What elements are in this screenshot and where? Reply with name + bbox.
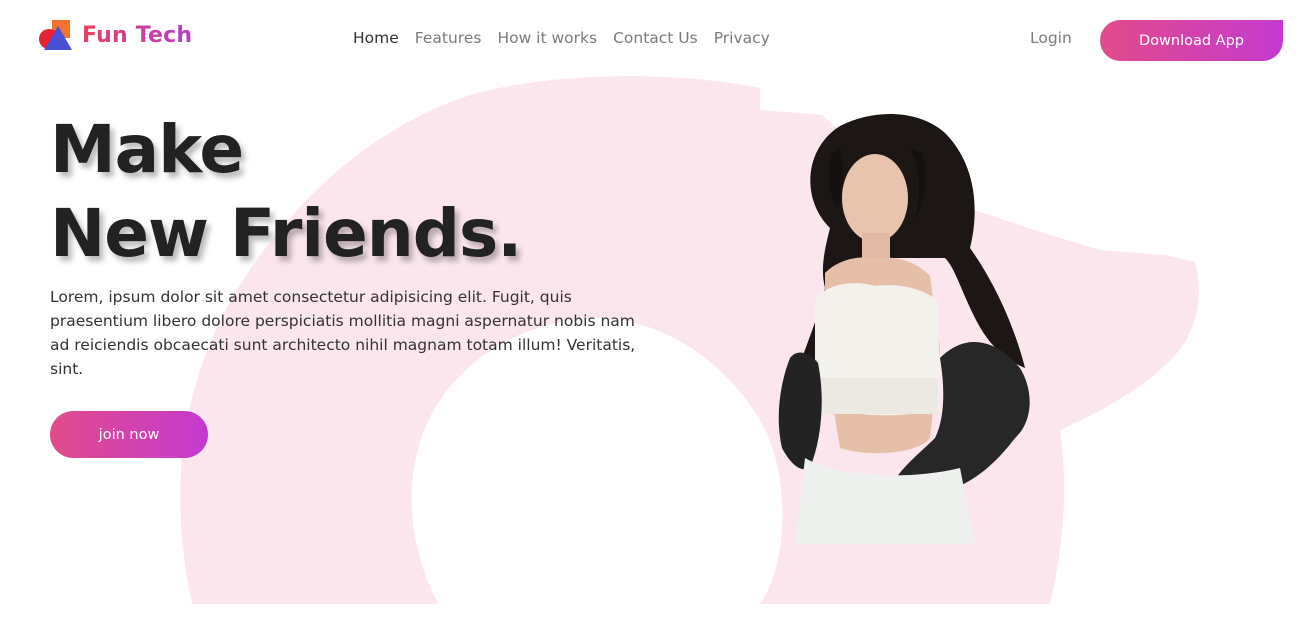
nav-item-how-it-works[interactable]: How it works	[497, 29, 597, 47]
brand-logo[interactable]: Fun Tech	[38, 18, 192, 52]
nav-item-privacy[interactable]: Privacy	[714, 29, 770, 47]
nav-item-contact-us[interactable]: Contact Us	[613, 29, 698, 47]
join-now-button[interactable]: join now	[50, 411, 208, 458]
logo-icon	[38, 18, 74, 52]
nav-item-features[interactable]: Features	[415, 29, 482, 47]
main-nav: Home Features How it works Contact Us Pr…	[353, 29, 786, 47]
hero-title-line-2: New Friends.	[50, 195, 522, 272]
login-link[interactable]: Login	[1030, 29, 1072, 47]
hero-description: Lorem, ipsum dolor sit amet consectetur …	[50, 288, 636, 378]
hero-title: Make New Friends.	[50, 108, 522, 276]
brand-name: Fun Tech	[82, 22, 193, 48]
nav-item-home[interactable]: Home	[353, 29, 399, 47]
woman-portrait-photo	[778, 113, 1030, 544]
hero-title-line-1: Make	[50, 111, 244, 188]
download-app-button[interactable]: Download App	[1100, 20, 1283, 61]
